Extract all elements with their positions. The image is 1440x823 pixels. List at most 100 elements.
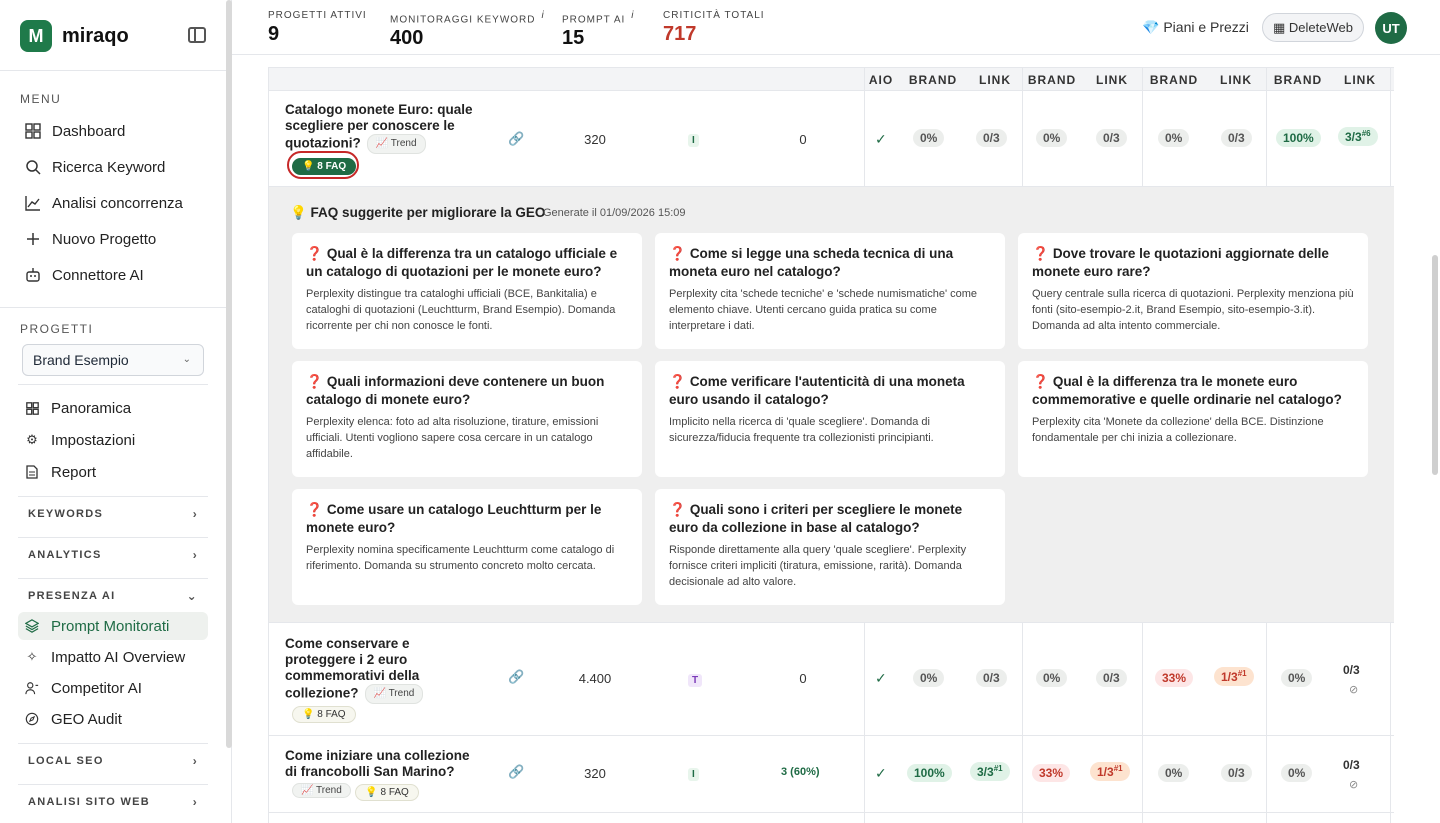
group-keywords[interactable]: KEYWORDS › [18, 499, 208, 529]
traffic-cell: 0 [799, 132, 807, 147]
faq-button[interactable]: 💡 8 FAQ [355, 784, 419, 801]
link-pill: 0/3 [1221, 764, 1252, 782]
link-pill: 0/3 [1221, 129, 1252, 147]
stat-value: 15 [562, 27, 585, 50]
group-presenza-ai[interactable]: PRESENZA AI ⌄ [18, 581, 208, 611]
nav-label: Dashboard [52, 122, 126, 140]
brand-pill: 0% [913, 129, 945, 147]
chevron-right-icon: › [192, 507, 198, 521]
menu-label: MENU [20, 92, 62, 106]
sidebar-toggle-icon[interactable] [188, 27, 206, 43]
project-select[interactable]: Brand Esempio ⌄ [22, 344, 204, 376]
col-link: LINK [1344, 73, 1376, 87]
group-analisi-sito-web[interactable]: ANALISI SITO WEB › [18, 787, 208, 817]
faq-card[interactable]: ❓ Quali informazioni deve contenere un bu… [292, 361, 642, 477]
rank-sup: #1 [993, 764, 1003, 773]
nav-label: Report [51, 463, 97, 481]
brand-pill: 0% [913, 669, 945, 687]
divider [18, 537, 208, 538]
traffic-cell: 0 [799, 671, 807, 686]
info-icon[interactable]: i [631, 10, 634, 21]
faq-card[interactable]: ❓ Quali sono i criteri per scegliere le m… [655, 489, 1005, 605]
brand-pill: 0% [1158, 764, 1190, 782]
nav-impatto-ai-overview[interactable]: ✧ Impatto AI Overview [18, 643, 208, 671]
nav-prompt-monitorati[interactable]: Prompt Monitorati [18, 612, 208, 640]
faq-description: Perplexity cita 'schede tecniche' e 'sch… [669, 288, 977, 332]
faq-card[interactable]: ❓ Come usare un catalogo Leuchtturm per l… [292, 489, 642, 605]
question-icon: ❓ [669, 246, 686, 261]
nav-label: Competitor AI [51, 679, 142, 697]
col-divider [1266, 67, 1267, 187]
logo[interactable]: M miraqo [20, 20, 210, 52]
table-row[interactable]: Come conservare e proteggere i 2 euro co… [268, 623, 1394, 736]
table-row[interactable]: Come iniziare una collezione di francobo… [268, 736, 1394, 813]
divider [18, 784, 208, 785]
projects-label: PROGETTI [20, 322, 94, 336]
plans-link[interactable]: 💎 Piani e Prezzi [1142, 19, 1249, 36]
nav-geo-audit[interactable]: GEO Audit [18, 705, 208, 733]
trend-button[interactable]: 📈 Trend [364, 684, 424, 704]
nav-analisi-concorrenza[interactable]: Analisi concorrenza [18, 188, 208, 218]
link-pill: 3/3#1 [970, 762, 1010, 781]
stat-prompt-ai: PROMPT AI i 15 [562, 10, 635, 50]
logo-mark-icon: M [20, 20, 52, 52]
col-divider [1142, 623, 1143, 823]
check-icon: ✓ [875, 765, 887, 781]
stat-progetti-attivi: PROGETTI ATTIVI 9 [268, 10, 367, 46]
col-link: LINK [1220, 73, 1252, 87]
faq-card[interactable]: ❓ Dove trovare le quotazioni aggiornate d… [1018, 233, 1368, 349]
nav-competitor-ai[interactable]: Competitor AI [18, 674, 208, 702]
faq-question: Qual è la differenza tra le monete euro … [1032, 374, 1342, 407]
faq-card[interactable]: ❓ Come si legge una scheda tecnica di una… [655, 233, 1005, 349]
faq-button[interactable]: 💡 8 FAQ [292, 706, 356, 723]
project-select-value: Brand Esempio [33, 352, 129, 368]
intent-badge: I [688, 134, 699, 147]
link-pill: 0/3 [1096, 669, 1127, 687]
brand-pill: 0% [1281, 669, 1313, 687]
col-brand: BRAND [1273, 73, 1323, 87]
nav-label: Nuovo Progetto [52, 230, 157, 248]
link-pill: 0/3 [976, 129, 1007, 147]
faq-toggle[interactable]: 💡 8 FAQ [292, 704, 356, 723]
workspace-button[interactable]: ▦ DeleteWeb [1262, 13, 1364, 42]
link-icon[interactable]: 🔗 [508, 669, 524, 685]
rank-sup: #6 [1361, 129, 1371, 138]
main-scrollbar[interactable] [1432, 255, 1438, 475]
table-row[interactable]: Catalogo monete Euro: quale scegliere pe… [268, 91, 1394, 187]
check-icon: ✓ [875, 131, 887, 147]
brand-pill: 0% [1036, 669, 1068, 687]
nav-report[interactable]: Report [18, 458, 208, 486]
divider [18, 743, 208, 744]
faq-panel: 💡 FAQ suggerite per migliorare la GEO Ge… [268, 187, 1394, 623]
info-icon[interactable]: i [542, 10, 545, 21]
nav-dashboard[interactable]: Dashboard [18, 116, 208, 146]
trend-button[interactable]: 📈 Trend [292, 783, 351, 799]
volume-cell: 4.400 [578, 671, 612, 686]
chevron-down-icon: ⌄ [182, 354, 191, 365]
group-label: ANALISI SITO WEB [28, 796, 151, 808]
faq-card[interactable]: ❓ Come verificare l'autenticità di una mo… [655, 361, 1005, 477]
building-icon: ▦ [1273, 19, 1286, 35]
faq-description: Perplexity nomina specificamente Leuchtt… [306, 544, 615, 572]
link-pill-value: 3/3 [977, 765, 994, 779]
faq-card[interactable]: ❓ Qual è la differenza tra le monete euro… [1018, 361, 1368, 477]
nav-panoramica[interactable]: Panoramica [18, 394, 208, 422]
col-divider [1142, 67, 1143, 187]
link-pill: 1/3#1 [1214, 667, 1254, 686]
faq-card[interactable]: ❓ Qual è la differenza tra un catalogo uf… [292, 233, 642, 349]
trend-button[interactable]: 📈 Trend [366, 134, 426, 154]
nav-ricerca-keyword[interactable]: Ricerca Keyword [18, 152, 208, 182]
nav-impostazioni[interactable]: ⚙ Impostazioni [18, 426, 208, 454]
layers-icon [24, 618, 40, 634]
group-local-seo[interactable]: LOCAL SEO › [18, 746, 208, 776]
question-icon: ❓ [669, 374, 686, 389]
group-analytics[interactable]: ANALYTICS › [18, 540, 208, 570]
nav-connettore-ai[interactable]: Connettore AI [18, 260, 208, 290]
nav-nuovo-progetto[interactable]: Nuovo Progetto [18, 224, 208, 254]
link-icon[interactable]: 🔗 [508, 764, 524, 780]
faq-description: Implicito nella ricerca di 'quale scegli… [669, 416, 934, 444]
nav-label: Connettore AI [52, 266, 144, 284]
chevron-right-icon: › [192, 548, 198, 562]
link-icon[interactable]: 🔗 [508, 131, 524, 147]
avatar[interactable]: UT [1375, 12, 1407, 44]
